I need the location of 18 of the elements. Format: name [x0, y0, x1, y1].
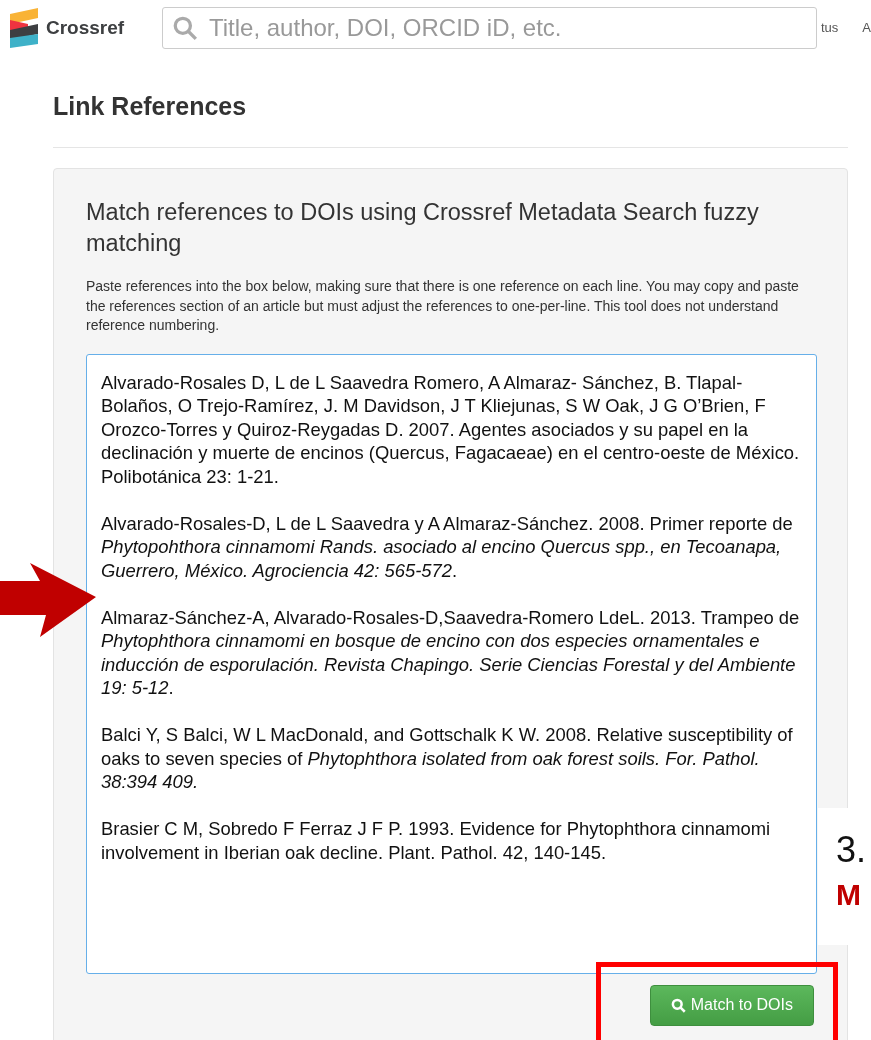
reference-text: Balci Y, S Balci, W L MacDonald, and Gottschalk K W. 2008. Relative susceptibility of oaks to seven species of Phytophthora isolated from oak forest soils. For. Pathol. 38:394 409. [101, 723, 794, 794]
search-icon [172, 14, 198, 41]
step-label: M [836, 877, 861, 913]
reference-text: Almaraz-Sánchez-A, Alvarado-Rosales-D,Saavedra-Romero LdeL. 2013. Trampeo de Phytophthora cinnamomi en bosque de encino con dos especies ornamentales e inducción de esporulación. Revista Chapingo. Serie Ciencias Forestal y del Ambiente 19: 5-12. [101, 605, 801, 700]
logo-text[interactable]: Crossref [46, 16, 125, 39]
arrow-icon [0, 563, 96, 637]
nav-link[interactable]: A [862, 20, 871, 35]
nav-link[interactable]: tus [821, 20, 839, 35]
reference-text: Brasier C M, Sobredo F Ferraz J F P. 1993. Evidence for Phytophthora cinnamomi involvement in Iberian oak decline. Plant. Pathol. 42, 140-145. [101, 817, 772, 864]
panel-heading: Match references to DOIs using Crossref Metadata Search fuzzy matching [86, 198, 760, 258]
reference-text: Alvarado-Rosales D, L de L Saavedra Romero, A Almaraz- Sánchez, B. Tlapal-Bolaños, O Trejo-Ramírez, J. M Davidson, J T Kliejunas, S W Oak, J G O’Brien, F Orozco-Torres y Quiroz-Reygadas D. 2007. Agentes asociados y su papel en la declinación y muerte de encinos (Quercus, Fagacaeae) en el centro-oeste de México. Polibotánica 23: 1-21. [101, 370, 801, 488]
references-field[interactable] [86, 353, 817, 974]
search-icon [670, 997, 686, 1013]
reference-text: Alvarado-Rosales-D, L de L Saavedra y A Almaraz-Sánchez. 2008. Primer reporte de Phytopohthora cinnamomi Rands. asociado al encino Quercus spp., en Tecoanapa, Guerrero, México. Agrociencia 42: 565-572. [101, 511, 794, 582]
step-number: 3. [836, 830, 867, 870]
search-field[interactable]: Title, author, DOI, ORCID iD, etc. [162, 6, 817, 49]
page-title: Link References [53, 91, 248, 121]
instructions-text: Paste references into the box below, making sure that there is one reference on each line. You may copy and paste the references section of an article but must adjust the references to one-per-line. This tool does not understand reference numbering. [86, 277, 800, 335]
